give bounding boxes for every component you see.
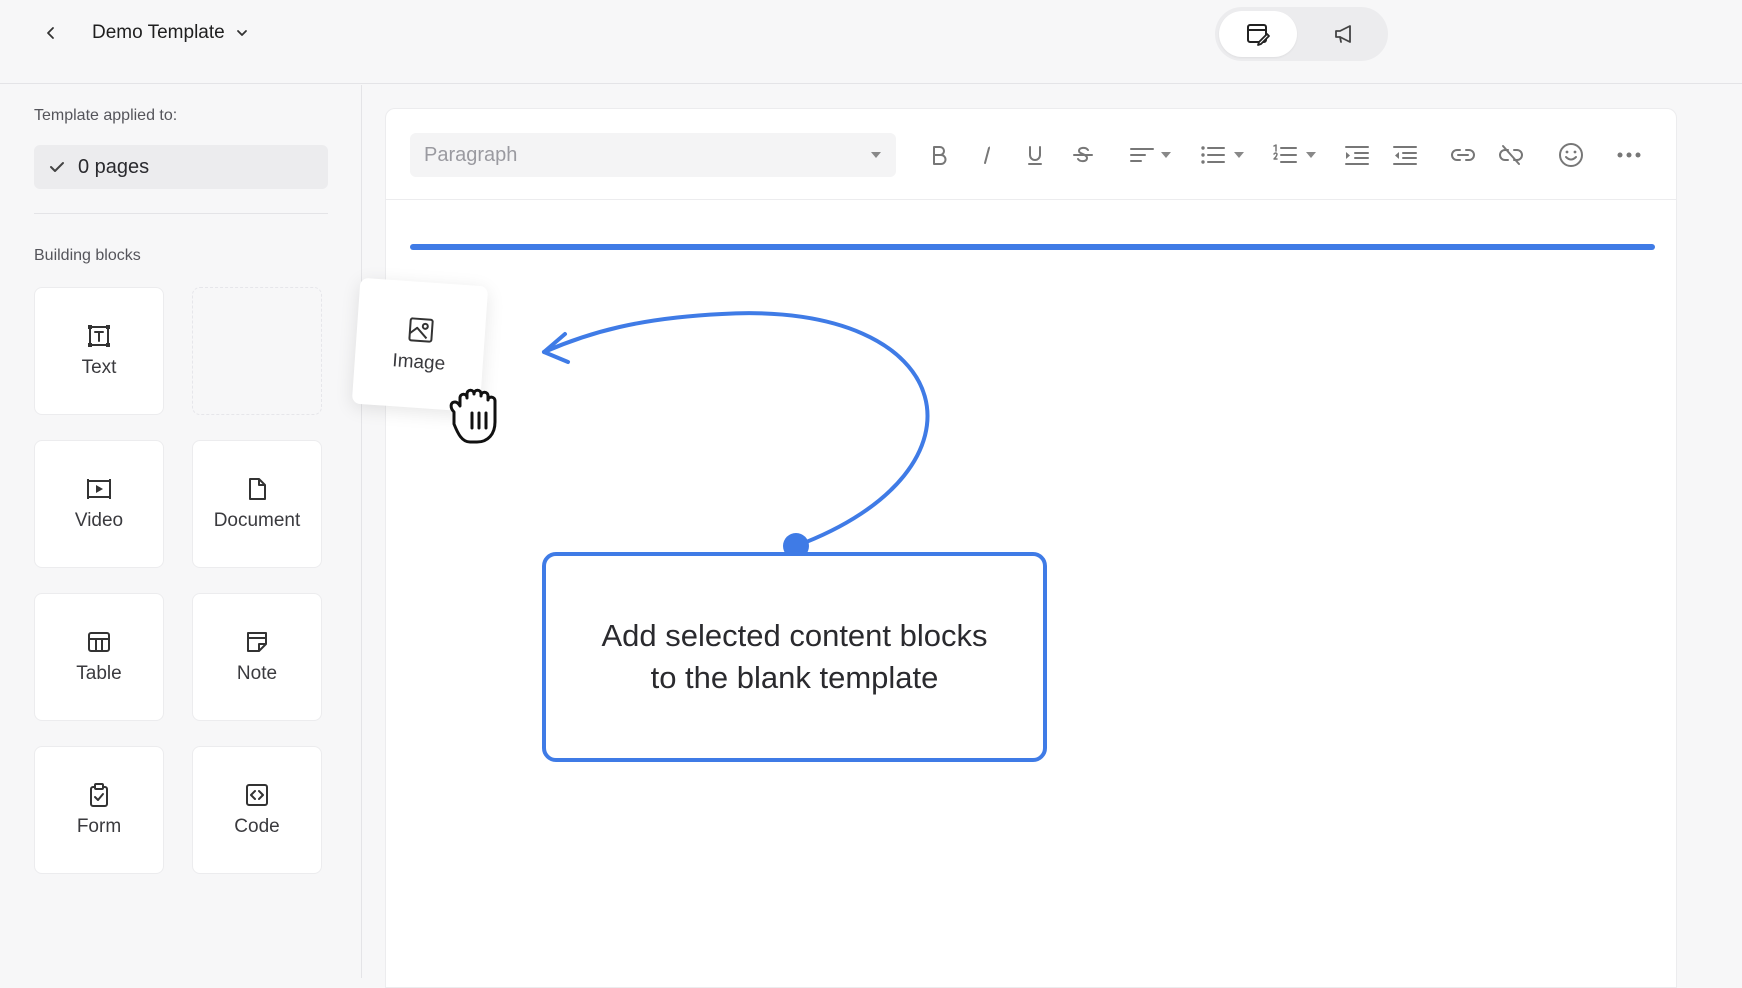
link-button[interactable]: [1446, 137, 1480, 173]
block-form[interactable]: Form: [34, 746, 164, 874]
block-label: Text: [81, 357, 117, 378]
block-label: Code: [234, 816, 280, 837]
block-table[interactable]: Table: [34, 593, 164, 721]
applied-label: Template applied to:: [34, 107, 178, 124]
code-icon: [246, 784, 268, 806]
bold-button[interactable]: [922, 137, 956, 173]
video-icon: [87, 479, 111, 499]
strikethrough-button[interactable]: [1066, 137, 1100, 173]
paragraph-style-select[interactable]: Paragraph: [410, 133, 896, 177]
drop-indicator: [410, 244, 1655, 250]
italic-button[interactable]: [970, 137, 1004, 173]
block-label: Document: [213, 510, 301, 531]
block-video[interactable]: Video: [34, 440, 164, 568]
image-icon: [408, 317, 434, 343]
block-document[interactable]: Document: [192, 440, 322, 568]
italic-icon: [984, 146, 990, 164]
more-button[interactable]: [1612, 137, 1646, 173]
chevron-left-icon: [47, 27, 54, 39]
bullet-list-dropdown[interactable]: [1194, 137, 1250, 173]
clipboard-check-icon: [90, 783, 108, 807]
top-bar: Demo Template: [0, 0, 1742, 84]
mode-toggle: [1215, 7, 1388, 61]
block-label: Form: [76, 816, 122, 837]
editor-canvas[interactable]: Paragraph: [385, 108, 1677, 988]
bold-icon: [933, 146, 947, 165]
caret-down-icon: [871, 152, 881, 158]
indent-icon: [1345, 146, 1369, 165]
block-label: Table: [76, 663, 122, 684]
editor-toolbar: Paragraph: [386, 109, 1676, 200]
divider: [34, 213, 328, 214]
unlink-icon: [1499, 145, 1523, 165]
text-box-icon: [88, 325, 110, 347]
block-text[interactable]: Text: [34, 287, 164, 415]
outdent-icon: [1393, 146, 1417, 165]
note-icon: [247, 632, 267, 652]
underline-button[interactable]: [1018, 137, 1052, 173]
template-title: Demo Template: [92, 22, 225, 43]
unlink-button[interactable]: [1494, 137, 1528, 173]
paragraph-style-value: Paragraph: [424, 143, 518, 166]
strikethrough-icon: [1073, 146, 1093, 163]
align-icon: [1130, 148, 1154, 162]
applied-pages-selector[interactable]: 0 pages: [34, 145, 328, 189]
table-icon: [88, 632, 110, 652]
document-icon: [249, 478, 266, 500]
callout-text: Add selected content blocks to the blank…: [601, 618, 988, 695]
sidebar: Template applied to: 0 pages Building bl…: [0, 85, 362, 978]
publish-mode-button[interactable]: [1305, 11, 1383, 57]
building-blocks-label: Building blocks: [34, 247, 141, 264]
grab-cursor-icon: [449, 388, 497, 444]
block-code[interactable]: Code: [192, 746, 322, 874]
emoji-button[interactable]: [1554, 137, 1588, 173]
applied-pages-value: 0 pages: [78, 155, 150, 178]
block-label: Note: [236, 663, 278, 684]
emoji-icon: [1559, 143, 1583, 167]
block-label: Video: [74, 510, 124, 531]
more-icon: [1617, 152, 1641, 158]
back-button[interactable]: [38, 20, 64, 46]
indent-button[interactable]: [1340, 137, 1374, 173]
link-icon: [1451, 149, 1475, 161]
instruction-callout: Add selected content blocks to the blank…: [542, 552, 1047, 762]
megaphone-icon: [1335, 25, 1351, 43]
caret-down-icon: [1234, 151, 1244, 158]
chevron-down-icon: [236, 30, 247, 36]
template-title-dropdown[interactable]: Demo Template: [92, 20, 249, 46]
numbered-list-icon: [1273, 144, 1297, 163]
align-dropdown[interactable]: [1122, 137, 1178, 173]
block-placeholder: [192, 287, 322, 415]
caret-down-icon: [1306, 151, 1316, 158]
edit-layout-icon: [1247, 24, 1270, 46]
drag-label: Image: [391, 350, 446, 375]
numbered-list-dropdown[interactable]: [1266, 137, 1322, 173]
outdent-button[interactable]: [1388, 137, 1422, 173]
underline-icon: [1028, 146, 1042, 165]
check-icon: [50, 162, 64, 172]
bullet-list-icon: [1201, 146, 1225, 164]
block-note[interactable]: Note: [192, 593, 322, 721]
edit-mode-button[interactable]: [1219, 11, 1297, 57]
caret-down-icon: [1161, 151, 1171, 158]
